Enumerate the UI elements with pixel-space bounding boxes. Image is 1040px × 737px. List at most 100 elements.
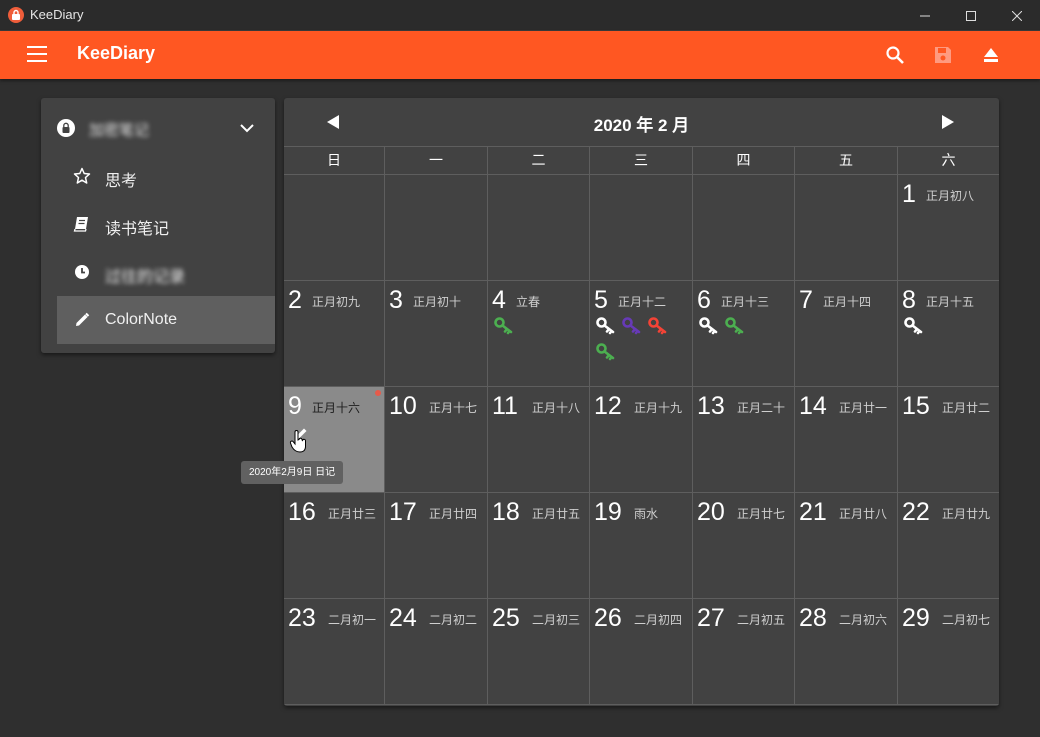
day-cell[interactable]: 10 正月十七 [384,387,487,493]
day-cell[interactable]: 5 正月十二 [589,281,692,387]
sidebar-item-thinking[interactable]: 思考 [57,152,275,200]
day-cell[interactable]: 7 正月十四 [794,281,897,387]
lunar-date: 正月十三 [721,295,770,309]
day-number: 9 [288,392,302,420]
key-icon[interactable] [648,317,668,339]
day-number: 1 [902,180,916,208]
key-icon[interactable] [699,317,719,339]
chevron-down-icon[interactable] [240,123,254,133]
sidebar-item-past-records[interactable]: 过往的记录 [57,248,275,296]
lunar-date: 正月廿八 [839,507,888,521]
day-number: 26 [594,604,622,632]
lunar-date: 二月初三 [532,613,581,627]
lock-icon [57,119,75,137]
lunar-date: 正月初十 [413,295,462,309]
sidebar-item-colornote[interactable]: ColorNote [57,296,275,344]
minimize-button[interactable] [902,0,948,31]
day-number: 2 [288,286,302,314]
day-number: 29 [902,604,930,632]
day-cell[interactable]: 25 二月初三 [487,599,589,705]
sidebar-item-label: ColorNote [105,311,178,328]
weekday-label: 三 [589,147,692,175]
empty-day-cell [589,175,692,281]
day-number: 19 [594,498,622,526]
calendar-grid: 1 正月初八 2 正月初九 3 正月初十 4 立春 5 正月十二 6 正月十三 7 正月十四 8 正月十五 9 正… [284,175,999,706]
day-cell[interactable]: 15 正月廿二 [897,387,999,493]
day-cell[interactable]: 8 正月十五 [897,281,999,387]
day-number: 7 [799,286,813,314]
day-cell[interactable]: 17 正月廿四 [384,493,487,599]
lunar-date: 正月初八 [926,189,975,203]
close-button[interactable] [994,0,1040,31]
next-month-icon[interactable] [940,114,956,130]
weekday-label: 一 [384,147,487,175]
maximize-button[interactable] [948,0,994,31]
book-icon [73,217,88,232]
empty-day-cell [487,175,589,281]
day-cell[interactable]: 26 二月初四 [589,599,692,705]
day-cell[interactable]: 28 二月初六 [794,599,897,705]
day-cell[interactable]: 6 正月十三 [692,281,794,387]
lunar-date: 雨水 [634,507,659,521]
entry-list [904,317,999,339]
search-icon[interactable] [883,43,907,67]
lunar-date: 正月廿四 [429,507,478,521]
save-icon[interactable] [931,43,955,67]
hand-cursor-icon [289,430,307,453]
month-label: 2020 年 2 月 [593,116,690,135]
day-cell[interactable]: 3 正月初十 [384,281,487,387]
day-cell[interactable]: 29 二月初七 [897,599,999,705]
day-cell[interactable]: 23 二月初一 [284,599,384,705]
eject-icon[interactable] [979,43,1003,67]
day-number: 15 [902,392,930,420]
key-icon[interactable] [904,317,924,339]
day-cell[interactable]: 11 正月十八 [487,387,589,493]
sidebar-item-label: 读书笔记 [105,221,170,238]
key-icon[interactable] [596,343,616,365]
lunar-date: 正月二十 [737,401,786,415]
key-icon[interactable] [622,317,642,339]
day-cell[interactable]: 16 正月廿三 [284,493,384,599]
day-cell[interactable]: 14 正月廿一 [794,387,897,493]
lunar-date: 二月初五 [737,613,786,627]
day-cell[interactable]: 27 二月初五 [692,599,794,705]
empty-day-cell [692,175,794,281]
day-cell[interactable]: 20 正月廿七 [692,493,794,599]
sidebar-item-label: 思考 [105,173,138,190]
empty-day-cell [284,175,384,281]
database-header[interactable]: 加密笔记 [41,98,275,156]
menu-icon[interactable] [27,46,47,64]
weekday-label: 四 [692,147,794,175]
lunar-date: 正月廿七 [737,507,786,521]
day-cell[interactable]: 4 立春 [487,281,589,387]
lunar-date: 正月初九 [312,295,361,309]
day-cell[interactable]: 18 正月廿五 [487,493,589,599]
key-icon[interactable] [596,317,616,339]
day-cell[interactable]: 2 正月初九 [284,281,384,387]
empty-day-cell [384,175,487,281]
day-number: 27 [697,604,725,632]
sidebar-item-reading-notes[interactable]: 读书笔记 [57,200,275,248]
day-number: 10 [389,392,417,420]
lunar-date: 二月初二 [429,613,478,627]
day-cell[interactable]: 21 正月廿八 [794,493,897,599]
day-cell[interactable]: 1 正月初八 [897,175,999,281]
day-number: 3 [389,286,403,314]
weekday-label: 二 [487,147,589,175]
day-number: 22 [902,498,930,526]
key-icon[interactable] [494,317,514,339]
star-icon [73,167,91,184]
day-cell[interactable]: 24 二月初二 [384,599,487,705]
day-cell[interactable]: 12 正月十九 [589,387,692,493]
clock-icon [75,265,89,279]
day-number: 21 [799,498,827,526]
day-cell[interactable]: 22 正月廿九 [897,493,999,599]
day-cell[interactable]: 13 正月二十 [692,387,794,493]
database-name: 加密笔记 [89,122,150,139]
day-number: 12 [594,392,622,420]
key-icon[interactable] [725,317,745,339]
lunar-date: 正月廿五 [532,507,581,521]
day-number: 28 [799,604,827,632]
day-cell[interactable]: 19 雨水 [589,493,692,599]
day-number: 24 [389,604,417,632]
